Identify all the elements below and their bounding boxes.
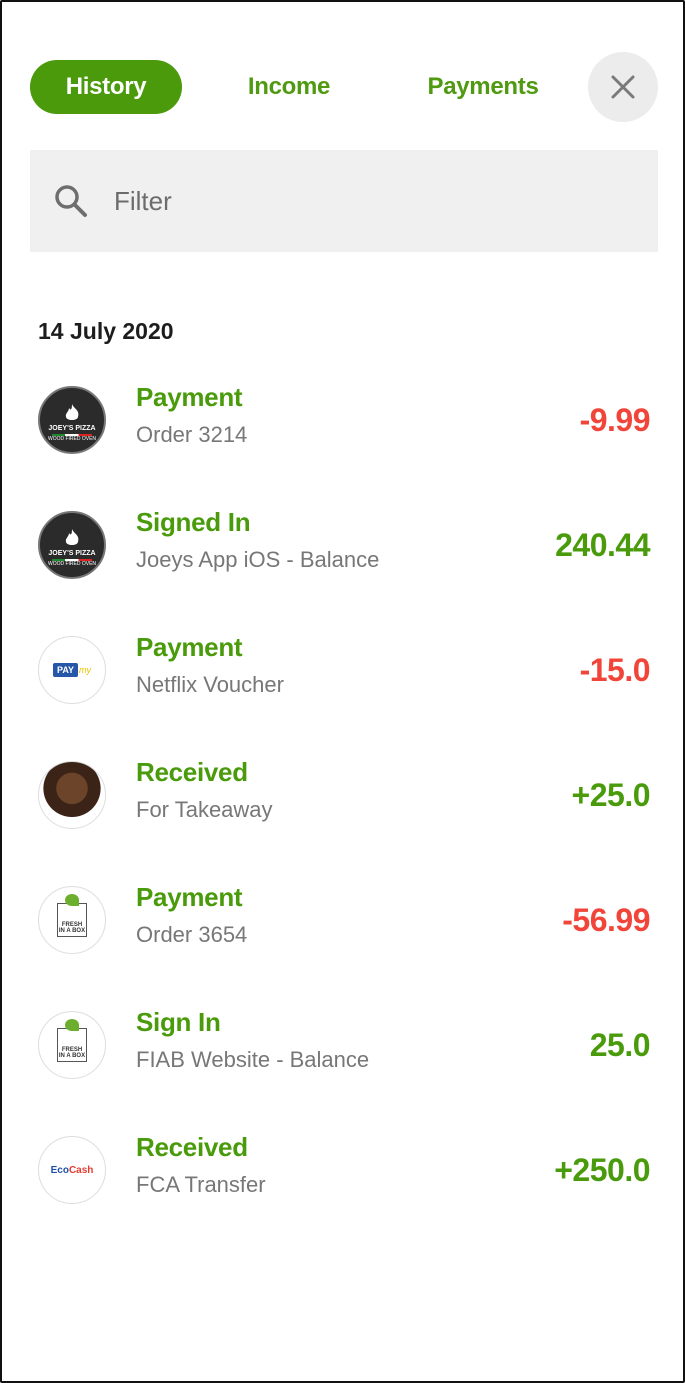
transaction-amount: -9.99 [579, 402, 651, 438]
filter-bar [30, 150, 658, 252]
transaction-amount: +250.0 [554, 1152, 650, 1188]
transaction-subtitle: Netflix Voucher [136, 672, 284, 697]
pizza-logo-subtext: WOOD FIRED OVEN [47, 560, 97, 567]
filter-input[interactable] [114, 150, 634, 252]
ecocash-logo-icon: EcoCash [38, 1136, 106, 1204]
tab-payments[interactable]: Payments [408, 60, 558, 114]
joeys-pizza-logo-icon: JOEY'S PIZZA WOOD FIRED OVEN [38, 386, 106, 454]
fiab-logo-subtext: IN A BOX [58, 1053, 86, 1059]
transaction-title: Payment [136, 632, 243, 662]
section-date: 14 July 2020 [38, 318, 174, 344]
transaction-amount: +25.0 [571, 777, 651, 813]
leaf-icon [65, 894, 79, 906]
transaction-row[interactable]: Received For Takeaway +25.0 [30, 757, 658, 871]
box-icon: FRESH IN A BOX [57, 1019, 87, 1062]
close-icon [611, 75, 635, 99]
transaction-subtitle: For Takeaway [136, 797, 273, 822]
transaction-row[interactable]: JOEY'S PIZZA WOOD FIRED OVEN Signed In J… [30, 507, 658, 621]
transaction-subtitle: Joeys App iOS - Balance [136, 547, 380, 572]
fresh-in-a-box-logo-icon: FRESH IN A BOX [38, 886, 106, 954]
tab-income[interactable]: Income [224, 60, 354, 114]
transaction-title: Received [136, 1132, 248, 1162]
transaction-subtitle: FIAB Website - Balance [136, 1047, 370, 1072]
transaction-title: Received [136, 757, 248, 787]
transaction-title: Sign In [136, 1007, 221, 1037]
close-button[interactable] [588, 52, 658, 122]
transaction-amount: 240.44 [555, 527, 650, 563]
transaction-title: Payment [136, 882, 243, 912]
tab-bar: History Income Payments [30, 52, 658, 122]
joeys-pizza-logo-icon: JOEY'S PIZZA WOOD FIRED OVEN [38, 511, 106, 579]
paymy-logo-icon: PAY my [38, 636, 106, 704]
transaction-row[interactable]: FRESH IN A BOX Payment Order 3654 -56.99 [30, 882, 658, 996]
search-icon [55, 185, 87, 217]
paymy-logo-suffix: my [79, 665, 91, 675]
app-window: History Income Payments 14 July 2020 JOE… [0, 0, 685, 1383]
paymy-logo-text: PAY [52, 663, 78, 677]
transaction-row[interactable]: PAY my Payment Netflix Voucher -15.0 [30, 632, 658, 746]
fresh-in-a-box-logo-icon: FRESH IN A BOX [38, 1011, 106, 1079]
transaction-amount: -56.99 [562, 902, 650, 938]
fiab-logo-subtext: IN A BOX [58, 928, 86, 934]
pizza-logo-subtext: WOOD FIRED OVEN [47, 435, 97, 442]
transaction-row[interactable]: FRESH IN A BOX Sign In FIAB Website - Ba… [30, 1007, 658, 1121]
user-avatar-icon [38, 761, 106, 829]
transaction-title: Signed In [136, 507, 251, 537]
transaction-amount: 25.0 [589, 1027, 651, 1063]
transaction-subtitle: Order 3214 [136, 422, 248, 447]
flame-icon [65, 403, 79, 420]
flame-icon [65, 528, 79, 545]
transaction-row[interactable]: EcoCash Received FCA Transfer +250.0 [30, 1132, 658, 1246]
transaction-title: Payment [136, 382, 243, 412]
leaf-icon [65, 1019, 79, 1031]
transaction-amount: -15.0 [579, 652, 651, 688]
box-icon: FRESH IN A BOX [57, 894, 87, 937]
tab-history[interactable]: History [30, 60, 182, 114]
pizza-logo-text: JOEY'S PIZZA [48, 424, 96, 432]
pizza-logo-text: JOEY'S PIZZA [48, 549, 96, 557]
transaction-subtitle: Order 3654 [136, 922, 248, 947]
ecocash-logo-text: EcoCash [50, 1164, 94, 1176]
transaction-row[interactable]: JOEY'S PIZZA WOOD FIRED OVEN Payment Ord… [30, 382, 658, 496]
transaction-subtitle: FCA Transfer [136, 1172, 266, 1197]
